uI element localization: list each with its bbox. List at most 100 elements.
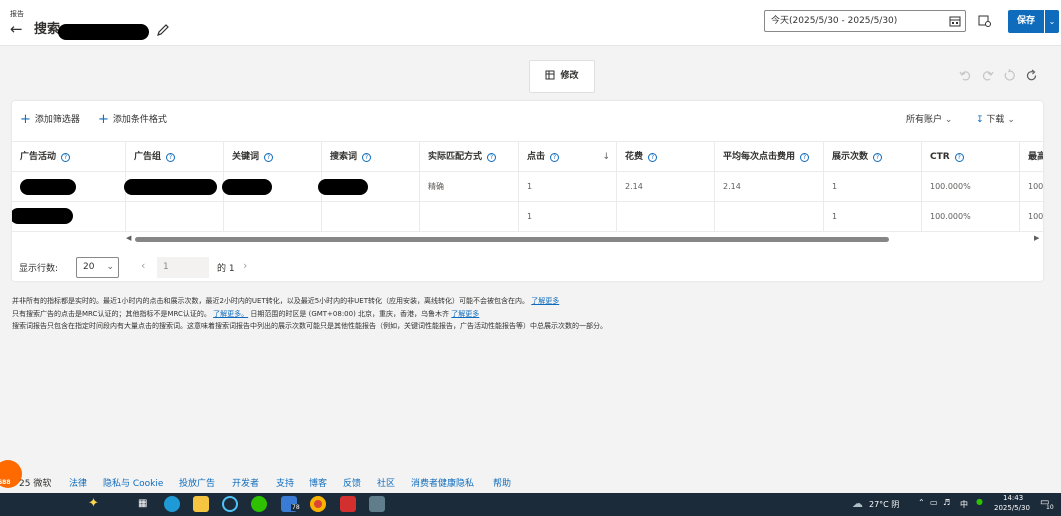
learn-more-link[interactable]: 了解更多 bbox=[451, 310, 479, 318]
table-cell: 1 bbox=[823, 202, 921, 232]
add-conditional-format-label: 添加条件格式 bbox=[112, 115, 167, 125]
reset-icon[interactable] bbox=[1003, 69, 1016, 82]
wechat-icon[interactable] bbox=[251, 496, 267, 512]
refresh-icon[interactable] bbox=[1025, 69, 1038, 82]
column-header-label: 搜索词 bbox=[330, 152, 358, 162]
help-icon[interactable]: ? bbox=[550, 153, 560, 162]
note-text: 只有搜索广告的点击是MRC认证的；其他指标不是MRC认证的。 bbox=[12, 309, 211, 318]
column-header-spend[interactable]: 花费? bbox=[616, 142, 714, 172]
column-header-ad-group[interactable]: 广告组? bbox=[125, 142, 223, 172]
help-icon[interactable]: ? bbox=[648, 153, 658, 162]
ime-indicator[interactable]: 中 bbox=[960, 499, 968, 510]
add-conditional-format-button[interactable]: + 添加条件格式 bbox=[98, 113, 167, 127]
page-number-input[interactable]: 1 bbox=[157, 257, 209, 278]
column-header-match-type[interactable]: 实际匹配方式? bbox=[419, 142, 518, 172]
column-header-max[interactable]: 最高 bbox=[1019, 142, 1043, 172]
note-line: 搜索词报告只包含在指定时间段内有大量点击的搜索词。这意味着搜索词报告中列出的展示… bbox=[12, 320, 607, 333]
clock-date[interactable]: 2025/5/30 bbox=[994, 504, 1030, 512]
clock-time[interactable]: 14:43 bbox=[1003, 494, 1023, 502]
chrome-icon[interactable] bbox=[310, 496, 326, 512]
table-row[interactable]: 1 1 100.000% 100. bbox=[12, 202, 1043, 232]
footer-link-developers[interactable]: 开发者 bbox=[232, 477, 259, 491]
table-row[interactable]: 精确 1 2.14 2.14 1 100.000% 100. bbox=[12, 172, 1043, 202]
help-icon[interactable]: ? bbox=[61, 153, 71, 162]
cell-text: 1 bbox=[832, 212, 838, 221]
help-icon[interactable]: ? bbox=[800, 153, 810, 162]
column-header-impressions[interactable]: 展示次数? bbox=[823, 142, 921, 172]
undo-icon[interactable] bbox=[959, 69, 972, 82]
schedule-icon[interactable] bbox=[978, 14, 991, 27]
learn-more-link[interactable]: 了解更多 bbox=[531, 297, 559, 305]
sort-arrow-icon: ↓ bbox=[602, 152, 610, 162]
table-cell bbox=[616, 202, 714, 232]
footer-link-advertise[interactable]: 投放广告 bbox=[179, 477, 215, 491]
redacted-ad-group bbox=[124, 179, 217, 195]
scroll-left-icon[interactable]: ◀ bbox=[126, 234, 131, 242]
add-filter-button[interactable]: + 添加筛选器 bbox=[20, 113, 80, 127]
page-header: 报告 ← 搜索 今天(2025/5/30 - 2025/5/30) 保存 ⌄ bbox=[0, 0, 1061, 46]
table-cell bbox=[714, 202, 823, 232]
note-text: 并非所有的指标都是实时的。最近1小时内的点击和展示次数，最近2小时内的UET转化… bbox=[12, 297, 530, 305]
footer-link-help[interactable]: 帮助 bbox=[493, 477, 511, 491]
footer-link-support[interactable]: 支持 bbox=[276, 477, 294, 491]
help-icon[interactable]: ? bbox=[487, 153, 497, 162]
plus-icon: + bbox=[98, 112, 109, 127]
modify-button[interactable]: 修改 bbox=[529, 60, 595, 93]
column-header-clicks[interactable]: 点击? ↓ bbox=[518, 142, 616, 172]
cell-text: 1 bbox=[832, 182, 838, 191]
column-header-keyword[interactable]: 关键词? bbox=[223, 142, 321, 172]
redo-icon[interactable] bbox=[981, 69, 994, 82]
help-icon[interactable]: ? bbox=[264, 153, 274, 162]
help-icon[interactable]: ? bbox=[873, 153, 883, 162]
accounts-label: 所有账户 bbox=[906, 115, 943, 125]
column-header-label: 关键词 bbox=[232, 152, 260, 162]
wechat-tray-icon[interactable]: ● bbox=[976, 497, 983, 506]
edge-browser-icon[interactable] bbox=[164, 496, 180, 512]
column-header-search-term[interactable]: 搜索词? bbox=[321, 142, 419, 172]
search-app-icon[interactable] bbox=[222, 496, 238, 512]
download-dropdown[interactable]: ↧ 下载 ⌄ bbox=[976, 113, 1015, 127]
column-header-label: 广告活动 bbox=[20, 152, 57, 162]
back-arrow-icon[interactable]: ← bbox=[10, 21, 23, 37]
pencil-icon[interactable] bbox=[156, 23, 170, 37]
save-options-chevron-icon[interactable]: ⌄ bbox=[1045, 10, 1059, 33]
footer-link-legal[interactable]: 法律 bbox=[69, 477, 87, 491]
chevron-down-icon: ⌄ bbox=[106, 262, 114, 272]
next-page-icon[interactable]: › bbox=[243, 259, 247, 272]
save-button[interactable]: 保存 bbox=[1008, 10, 1044, 33]
chevron-down-icon: ⌄ bbox=[944, 115, 953, 125]
date-range-picker[interactable]: 今天(2025/5/30 - 2025/5/30) bbox=[764, 10, 966, 32]
weather-icon[interactable]: ☁ bbox=[852, 497, 863, 510]
footer-link-privacy[interactable]: 隐私与 Cookie bbox=[103, 477, 163, 491]
help-icon[interactable]: ? bbox=[362, 153, 372, 162]
network-icon[interactable]: ▭ bbox=[930, 498, 938, 507]
learn-more-link[interactable]: 了解更多。 bbox=[213, 310, 248, 318]
breadcrumb[interactable]: 报告 bbox=[10, 9, 24, 19]
scroll-right-icon[interactable]: ▶ bbox=[1034, 234, 1039, 242]
page-number-value: 1 bbox=[163, 262, 169, 272]
accounts-dropdown[interactable]: 所有账户 ⌄ bbox=[906, 113, 952, 127]
calculator-icon[interactable] bbox=[369, 496, 385, 512]
footer-link-community[interactable]: 社区 bbox=[377, 477, 395, 491]
table-cell: 100.000% bbox=[921, 172, 1019, 202]
column-header-ctr[interactable]: CTR? bbox=[921, 142, 1019, 172]
rows-per-page-select[interactable]: 20 ⌄ bbox=[76, 257, 119, 278]
help-icon[interactable]: ? bbox=[166, 153, 176, 162]
cell-text: 1 bbox=[527, 182, 533, 191]
task-view-icon[interactable]: ▦ bbox=[138, 498, 147, 509]
copilot-sparkle-icon[interactable]: ✦ bbox=[88, 496, 99, 511]
wps-icon[interactable] bbox=[340, 496, 356, 512]
footer-link-health-privacy[interactable]: 消费者健康隐私 bbox=[411, 477, 474, 491]
footer-link-blog[interactable]: 博客 bbox=[309, 477, 327, 491]
column-header-campaign[interactable]: 广告活动? bbox=[12, 142, 125, 172]
footer-link-feedback[interactable]: 反馈 bbox=[343, 477, 361, 491]
windows-taskbar: ✦ ▦ 78 ☁ 27°C 阴 ⌃ ▭ ♬ 中 ● 14:43 2025/5/3… bbox=[0, 493, 1061, 516]
report-table-card: + 添加筛选器 + 添加条件格式 所有账户 ⌄ ↧ 下载 ⌄ 广告活动? 广告组? … bbox=[12, 101, 1043, 281]
tray-expand-icon[interactable]: ⌃ bbox=[918, 498, 925, 507]
volume-icon[interactable]: ♬ bbox=[943, 498, 950, 507]
horizontal-scrollbar[interactable] bbox=[135, 237, 889, 242]
file-explorer-icon[interactable] bbox=[193, 496, 209, 512]
prev-page-icon[interactable]: ‹ bbox=[141, 259, 145, 272]
help-icon[interactable]: ? bbox=[954, 153, 964, 162]
column-header-avg-cpc[interactable]: 平均每次点击费用? bbox=[714, 142, 823, 172]
